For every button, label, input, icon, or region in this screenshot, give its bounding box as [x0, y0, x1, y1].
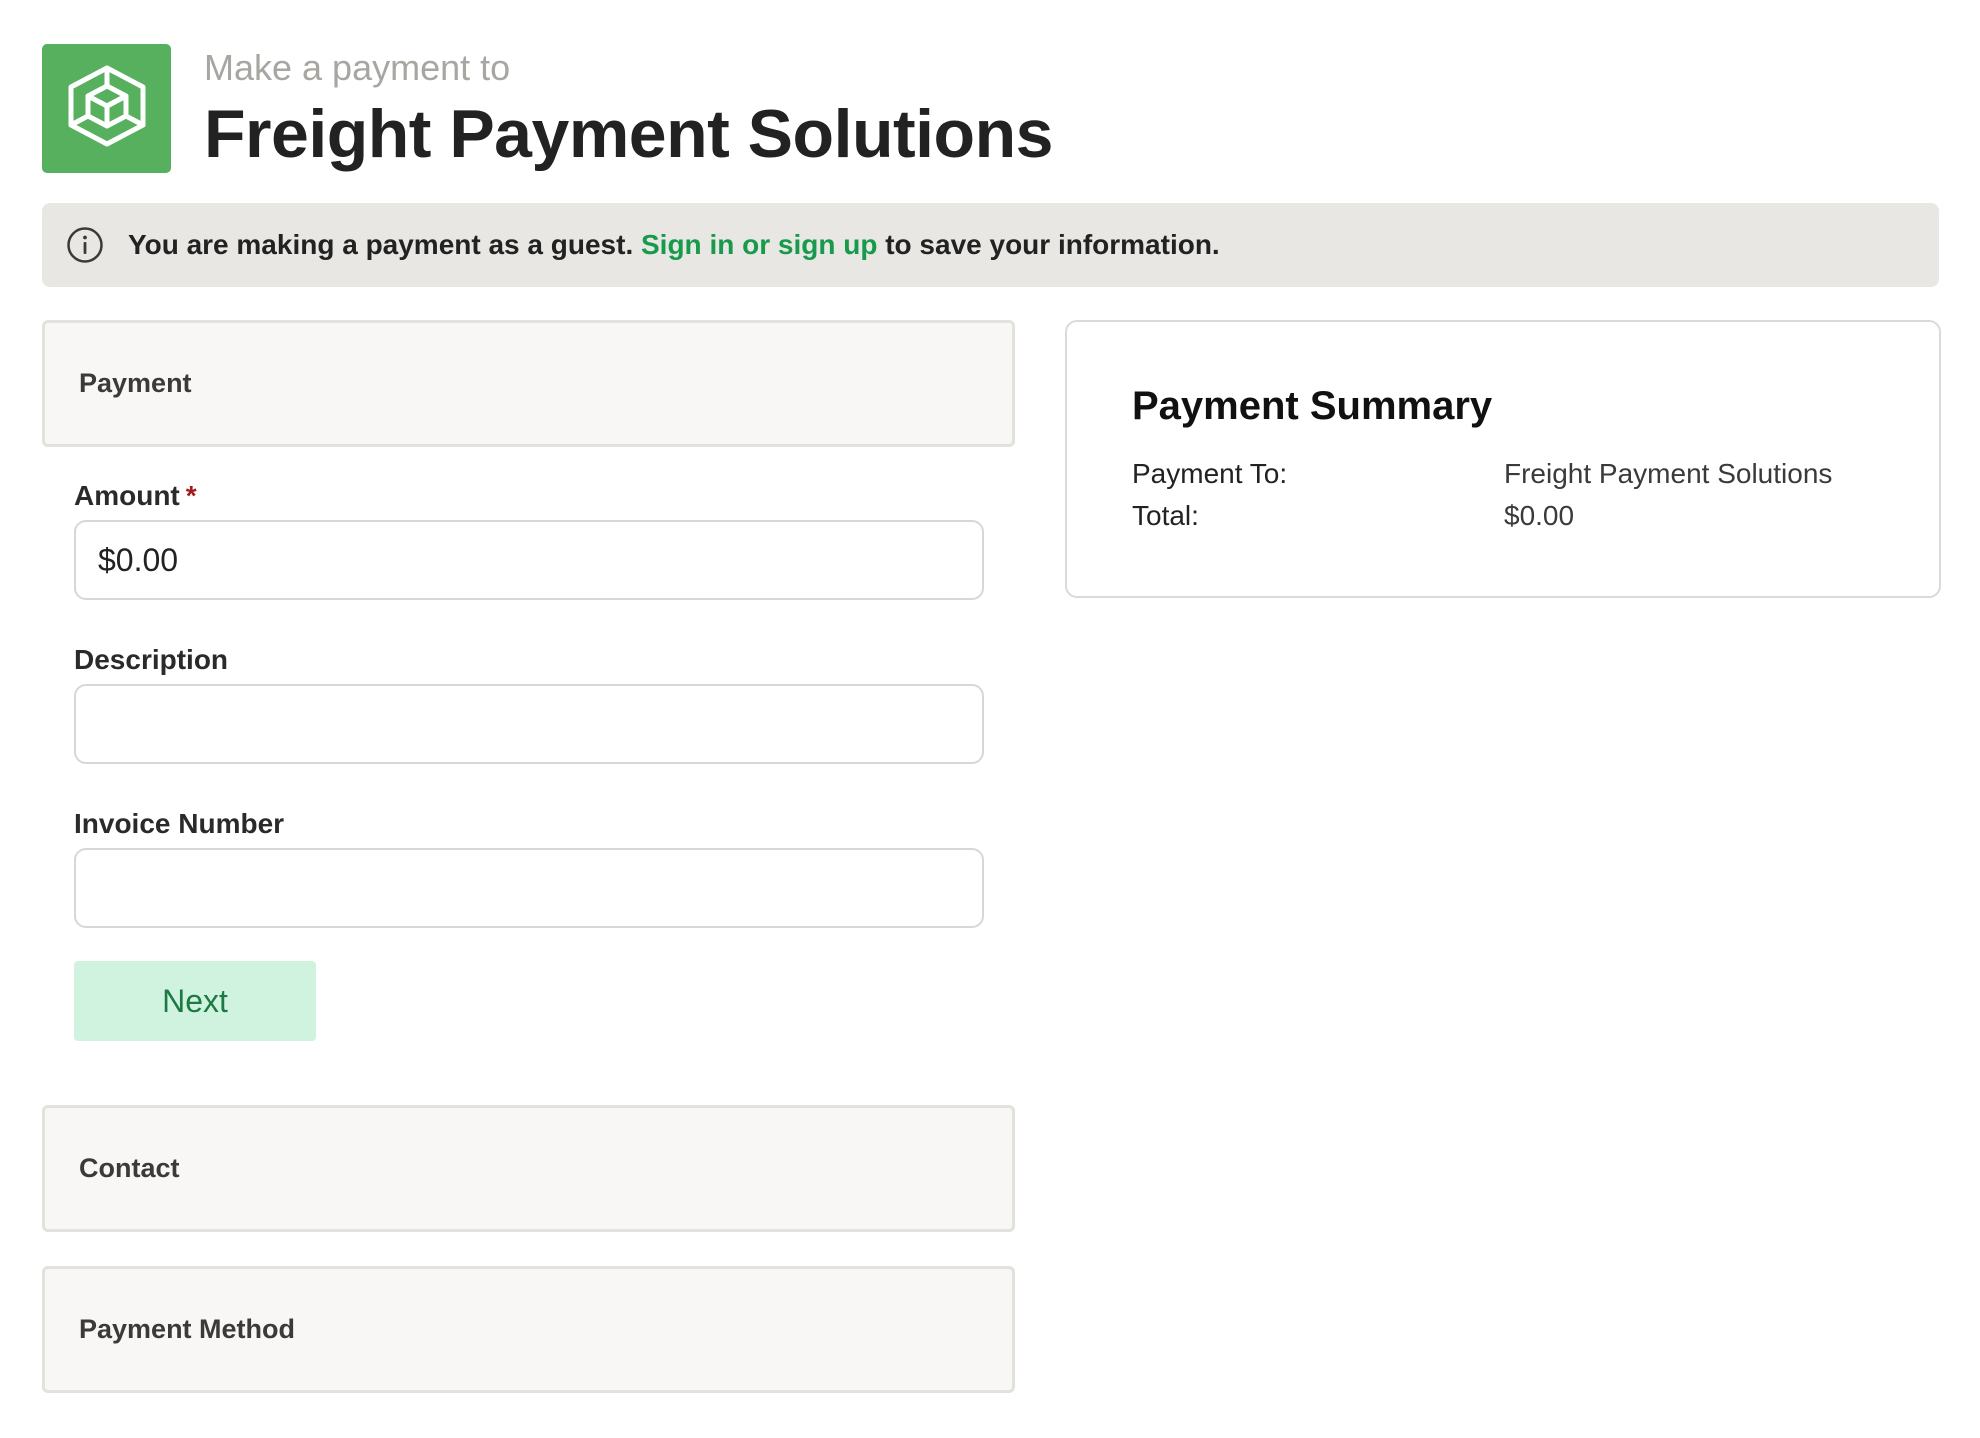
payment-summary-card: Payment Summary Payment To: Freight Paym… — [1065, 320, 1941, 598]
description-label: Description — [74, 644, 229, 675]
summary-label: Total: — [1132, 500, 1199, 531]
summary-label: Payment To: — [1132, 458, 1288, 489]
amount-label-text: Amount — [74, 480, 180, 511]
amount-input[interactable] — [74, 520, 984, 600]
page-subtitle: Make a payment to — [204, 47, 511, 88]
description-input[interactable] — [74, 684, 984, 764]
merchant-logo — [42, 44, 171, 173]
page-title: Freight Payment Solutions — [204, 96, 1053, 172]
section-payment[interactable]: Payment — [42, 320, 1015, 447]
payment-summary-title: Payment Summary — [1132, 384, 1493, 428]
section-payment-method-label: Payment Method — [79, 1314, 296, 1344]
summary-row-payment-to: Payment To: Freight Payment Solutions — [1132, 458, 1832, 490]
guest-notice-banner: You are making a payment as a guest. Sig… — [42, 203, 1939, 287]
sign-in-link[interactable]: Sign in or sign up — [641, 229, 877, 260]
section-contact[interactable]: Contact — [42, 1105, 1015, 1232]
summary-value: $0.00 — [1504, 500, 1575, 531]
next-button[interactable]: Next — [74, 961, 316, 1041]
invoice-number-input[interactable] — [74, 848, 984, 928]
section-payment-label: Payment — [79, 368, 192, 398]
info-icon — [66, 226, 104, 264]
section-contact-label: Contact — [79, 1153, 180, 1183]
page-header: Make a payment to Freight Payment Soluti… — [42, 44, 1053, 174]
cube-icon — [65, 64, 149, 153]
guest-notice-suffix: to save your information. — [877, 229, 1220, 260]
section-payment-method[interactable]: Payment Method — [42, 1266, 1015, 1393]
guest-notice-prefix: You are making a payment as a guest. — [128, 229, 641, 260]
summary-value: Freight Payment Solutions — [1504, 458, 1833, 489]
amount-label: Amount * — [74, 480, 197, 512]
summary-row-total: Total: $0.00 — [1132, 500, 1574, 532]
guest-notice-text: You are making a payment as a guest. Sig… — [128, 229, 1220, 261]
required-marker: * — [185, 480, 197, 511]
invoice-number-label: Invoice Number — [74, 808, 285, 839]
